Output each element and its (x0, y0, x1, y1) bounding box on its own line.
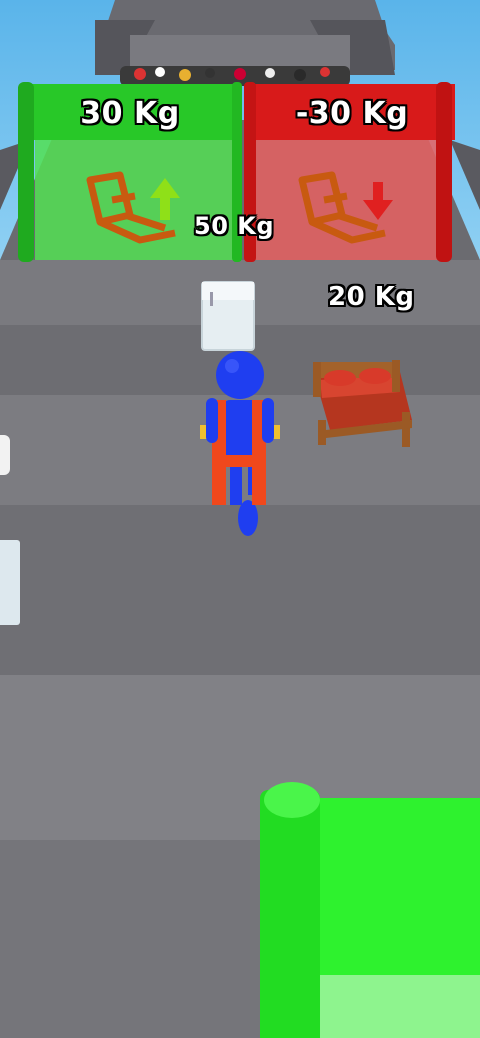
gate-left-label: 30 Kg (80, 96, 180, 131)
box-weight-label: 50 Kg (194, 212, 275, 240)
game-world (0, 0, 480, 1038)
finish-gate (260, 782, 480, 1038)
bed-weight-label: 20 Kg (328, 282, 415, 312)
gate-right-label: -30 Kg (295, 96, 409, 131)
fridge-pickup (201, 281, 255, 351)
